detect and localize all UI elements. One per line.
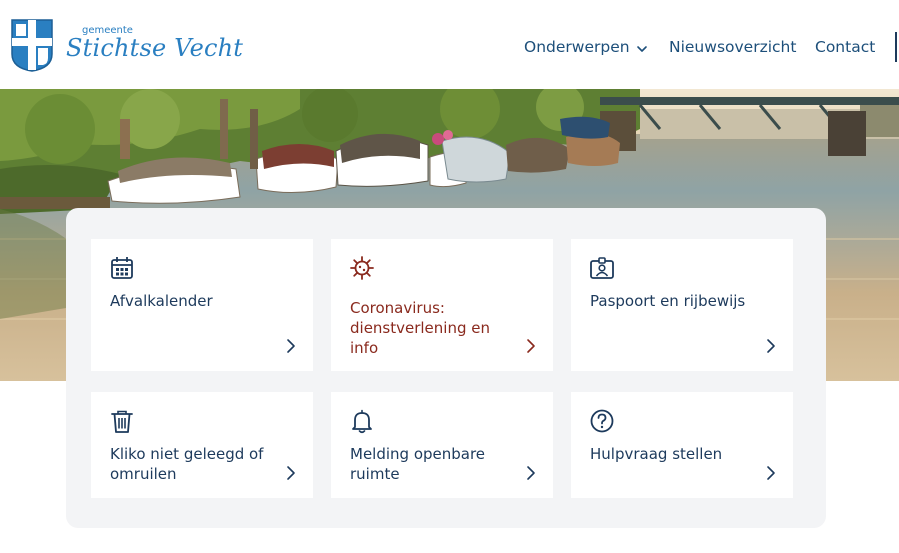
tile-label: Coronavirus: dienstverlening en info	[350, 299, 490, 357]
tile-coronavirus[interactable]: Coronavirus: dienstverlening en info	[331, 239, 553, 371]
bell-icon	[352, 409, 372, 434]
nav-nieuwsoverzicht[interactable]: Nieuwsoverzicht	[669, 38, 796, 56]
tile-afvalkalender[interactable]: Afvalkalender	[91, 239, 313, 371]
nav-onderwerpen-label: Onderwerpen	[524, 38, 630, 56]
nav-divider	[895, 32, 897, 62]
tile-paspoort-rijbewijs[interactable]: Paspoort en rijbewijs	[571, 239, 793, 371]
tile-label: Afvalkalender	[110, 292, 213, 310]
calendar-icon	[111, 257, 133, 279]
nav-contact[interactable]: Contact	[815, 38, 875, 56]
virus-icon	[350, 256, 374, 280]
id-card-icon	[590, 257, 614, 279]
quick-links-panel: Afvalkalender Coronavirus: dienstverleni…	[66, 208, 826, 528]
logo-big-text: Stichtse Vecht	[66, 34, 244, 62]
chevron-down-icon	[636, 45, 647, 52]
coat-of-arms-icon	[11, 19, 53, 72]
logo-link[interactable]: gemeente Stichtse Vecht	[10, 18, 243, 72]
tile-label: Melding openbare ruimte	[350, 445, 486, 483]
question-circle-icon	[590, 409, 614, 433]
chevron-right-icon	[767, 466, 775, 480]
trash-bin-icon	[111, 410, 133, 433]
tile-label: Kliko niet geleegd of omruilen	[110, 445, 264, 483]
chevron-right-icon	[287, 466, 295, 480]
tile-label: Paspoort en rijbewijs	[590, 292, 746, 310]
nav-onderwerpen[interactable]: Onderwerpen	[524, 38, 648, 56]
logo-text: gemeente Stichtse Vecht	[66, 18, 243, 72]
tile-hulpvraag-stellen[interactable]: Hulpvraag stellen	[571, 392, 793, 498]
tile-melding-openbare-ruimte[interactable]: Melding openbare ruimte	[331, 392, 553, 498]
site-header: gemeente Stichtse Vecht Onderwerpen Nieu…	[0, 0, 899, 89]
chevron-right-icon	[767, 339, 775, 353]
chevron-right-icon	[287, 339, 295, 353]
chevron-right-icon	[527, 466, 535, 480]
tile-kliko[interactable]: Kliko niet geleegd of omruilen	[91, 392, 313, 498]
tile-label: Hulpvraag stellen	[590, 445, 723, 463]
chevron-right-icon	[527, 339, 535, 353]
